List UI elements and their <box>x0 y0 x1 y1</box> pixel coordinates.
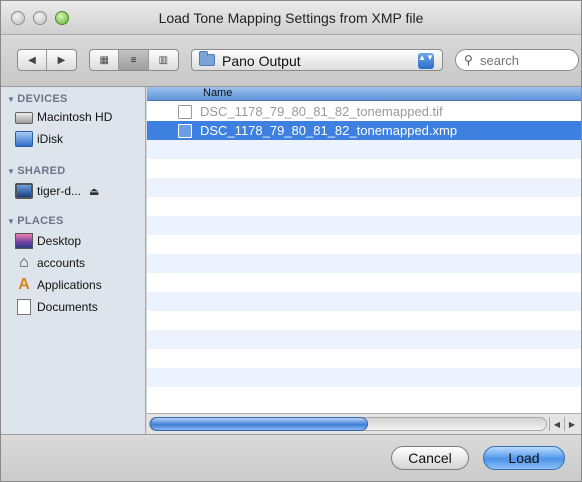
shared-section-header[interactable]: ▼ SHARED <box>7 165 65 177</box>
sidebar-item-label: tiger-d... <box>37 184 82 198</box>
sidebar-item-tiger-d[interactable]: tiger-d... ⏏ <box>15 181 99 201</box>
sidebar-item-documents[interactable]: Documents <box>15 297 98 317</box>
sidebar-item-label: iDisk <box>37 132 63 146</box>
search-icon: ⚲ <box>464 53 473 67</box>
back-button[interactable]: ◀ <box>18 50 48 70</box>
icon-view-button[interactable]: ▦ <box>90 50 120 70</box>
file-row[interactable]: DSC_1178_79_80_81_82_tonemapped.tif <box>147 102 581 121</box>
disclosure-triangle-icon: ▼ <box>7 167 16 176</box>
column-view-button[interactable]: ▥ <box>149 50 178 70</box>
sidebar-item-label: Documents <box>37 300 98 314</box>
forward-button[interactable]: ▶ <box>47 50 76 70</box>
sidebar-item-desktop[interactable]: Desktop <box>15 231 81 251</box>
sidebar-item-label: Applications <box>37 278 102 292</box>
sidebar-item-macintosh-hd[interactable]: Macintosh HD <box>15 107 112 127</box>
documents-icon <box>17 299 31 315</box>
sidebar-item-applications[interactable]: A Applications <box>15 275 102 295</box>
back-forward-control: ◀ ▶ <box>17 49 77 71</box>
hard-drive-icon <box>15 112 33 124</box>
search-field[interactable]: ⚲ <box>455 49 579 71</box>
disclosure-triangle-icon: ▼ <box>7 217 16 226</box>
list-view-button[interactable]: ≡ <box>119 50 149 70</box>
document-icon <box>178 123 192 138</box>
places-section-header[interactable]: ▼ PLACES <box>7 215 64 227</box>
location-popup[interactable]: Pano Output ▲▼ <box>191 49 443 71</box>
idisk-icon <box>15 131 33 147</box>
sidebar-item-accounts[interactable]: ⌂ accounts <box>15 253 85 273</box>
empty-row <box>147 235 581 254</box>
scroll-arrows: ◀ ▶ <box>549 417 579 431</box>
search-input[interactable] <box>480 52 574 68</box>
empty-row <box>147 330 581 349</box>
desktop-icon <box>15 233 33 249</box>
network-computer-icon <box>15 183 33 199</box>
empty-row <box>147 159 581 178</box>
empty-row <box>147 349 581 368</box>
empty-row <box>147 178 581 197</box>
toolbar: ◀ ▶ ▦ ≡ ▥ Pano Output ▲▼ ⚲ <box>1 35 581 87</box>
horizontal-scrollbar[interactable]: ◀ ▶ <box>147 413 581 434</box>
empty-row <box>147 216 581 235</box>
home-icon: ⌂ <box>19 254 29 271</box>
name-column-header[interactable]: Name <box>147 87 581 101</box>
view-mode-control: ▦ ≡ ▥ <box>89 49 179 71</box>
sidebar-item-label: Macintosh HD <box>37 110 113 124</box>
devices-section-header[interactable]: ▼ DEVICES <box>7 93 68 105</box>
window-title: Load Tone Mapping Settings from XMP file <box>158 10 424 26</box>
empty-row <box>147 311 581 330</box>
sidebar-item-label: Desktop <box>37 234 82 248</box>
empty-row <box>147 368 581 387</box>
folder-icon <box>199 51 215 66</box>
open-dialog-window: Load Tone Mapping Settings from XMP file… <box>0 0 582 482</box>
empty-row <box>147 254 581 273</box>
empty-row <box>147 273 581 292</box>
sidebar: ▼ DEVICES Macintosh HD iDisk ▼ SHARED tige… <box>1 87 146 434</box>
document-icon <box>178 104 192 119</box>
scroll-track[interactable] <box>149 417 547 431</box>
scroll-thumb[interactable] <box>150 417 368 431</box>
file-name: DSC_1178_79_80_81_82_tonemapped.tif <box>200 104 443 119</box>
empty-row <box>147 197 581 216</box>
file-name: DSC_1178_79_80_81_82_tonemapped.xmp <box>200 123 458 138</box>
file-row-selected[interactable]: DSC_1178_79_80_81_82_tonemapped.xmp <box>147 121 581 140</box>
scroll-left-button[interactable]: ◀ <box>549 417 564 431</box>
empty-row <box>147 140 581 159</box>
empty-row <box>147 387 581 406</box>
title-bar: Load Tone Mapping Settings from XMP file <box>1 1 581 35</box>
load-button[interactable]: Load <box>483 446 565 470</box>
button-bar: Cancel Load <box>1 434 581 481</box>
sidebar-item-idisk[interactable]: iDisk <box>15 129 63 149</box>
sidebar-item-label: accounts <box>37 256 86 270</box>
applications-icon: A <box>18 276 30 293</box>
scroll-right-button[interactable]: ▶ <box>564 417 579 431</box>
empty-row <box>147 292 581 311</box>
file-list: Name DSC_1178_79_80_81_82_tonemapped.tif… <box>147 87 581 413</box>
location-label: Pano Output <box>222 53 301 69</box>
disclosure-triangle-icon: ▼ <box>7 95 16 104</box>
cancel-button[interactable]: Cancel <box>391 446 469 470</box>
eject-icon[interactable]: ⏏ <box>89 185 99 198</box>
column-header-label: Name <box>203 87 233 99</box>
popup-stepper-icon: ▲▼ <box>418 53 434 69</box>
